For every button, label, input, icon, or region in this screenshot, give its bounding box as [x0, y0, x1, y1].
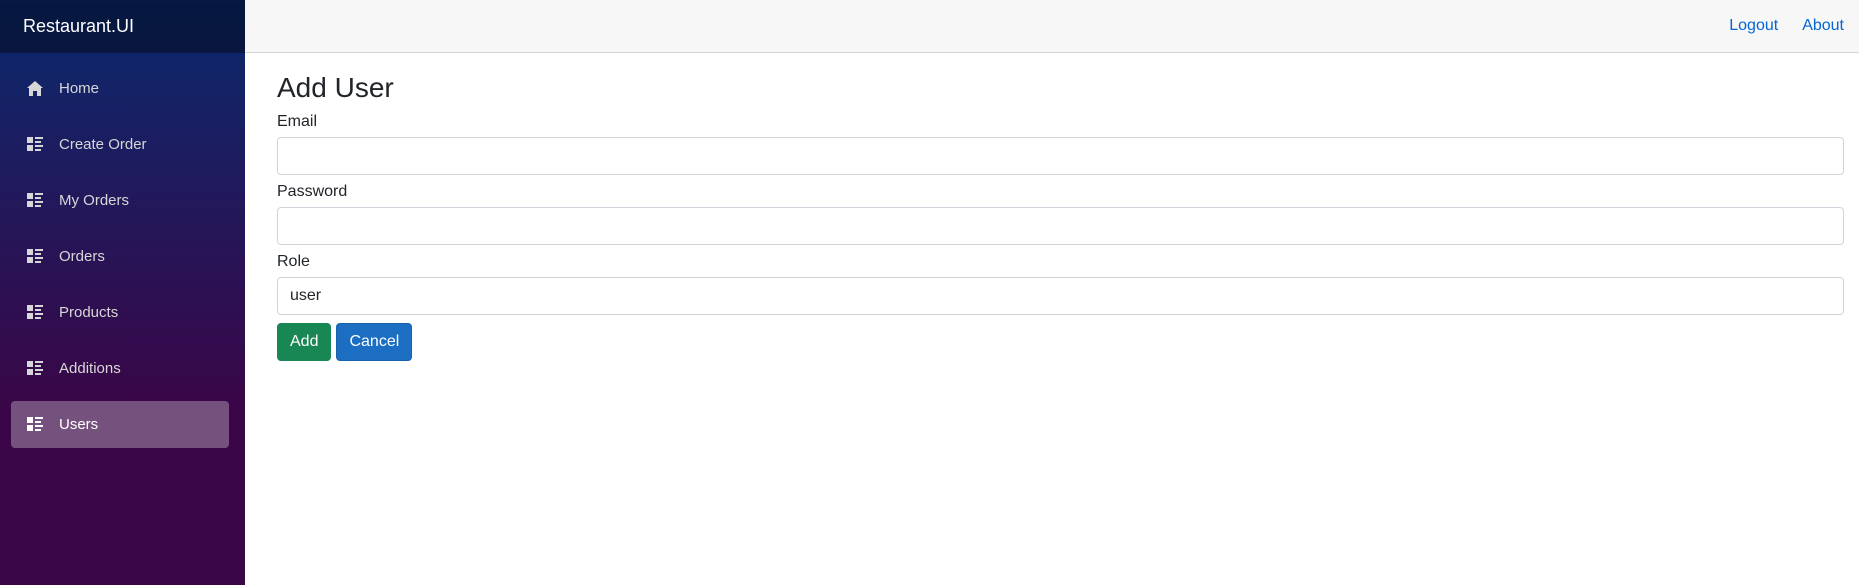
email-field[interactable] — [277, 136, 1844, 175]
list-icon — [26, 136, 44, 154]
nav-item-label: Create Order — [59, 136, 147, 153]
nav-item-label: Additions — [59, 360, 121, 377]
top-bar: Logout About — [245, 0, 1859, 53]
nav-item-users[interactable]: Users — [11, 401, 229, 448]
list-icon — [26, 360, 44, 378]
nav-item-orders[interactable]: Orders — [11, 233, 229, 280]
list-icon — [26, 304, 44, 322]
nav-item-label: Users — [59, 416, 99, 433]
nav-item-products[interactable]: Products — [11, 289, 229, 336]
sidebar: Restaurant.UI Home Create Order My Order… — [0, 0, 245, 585]
main-area: Logout About Add User Email Password Rol… — [245, 0, 1859, 585]
nav-item-label: My Orders — [59, 192, 130, 209]
page-title: Add User — [277, 72, 394, 103]
role-field[interactable] — [277, 276, 1844, 315]
nav-item-label: Products — [59, 304, 119, 321]
nav-item-create-order[interactable]: Create Order — [11, 121, 229, 168]
list-icon — [26, 248, 44, 266]
email-group: Email — [277, 113, 1844, 175]
brand-bar: Restaurant.UI — [0, 0, 245, 53]
app: Restaurant.UI Home Create Order My Order… — [0, 0, 1859, 585]
nav-item-label: Home — [59, 80, 100, 97]
email-label: Email — [277, 112, 318, 130]
cancel-button[interactable]: Cancel — [336, 322, 413, 361]
list-icon — [26, 416, 44, 434]
add-button[interactable]: Add — [277, 322, 332, 361]
form-actions: Add Cancel — [277, 322, 1844, 361]
password-group: Password — [277, 183, 1844, 245]
brand-link[interactable]: Restaurant.UI — [23, 16, 134, 37]
nav-item-label: Orders — [59, 248, 105, 265]
nav-menu: Home Create Order My Orders Orders Produ… — [0, 53, 245, 448]
logout-link[interactable]: Logout — [1729, 17, 1778, 35]
nav-item-additions[interactable]: Additions — [11, 345, 229, 392]
about-link[interactable]: About — [1802, 17, 1844, 35]
role-group: Role — [277, 253, 1844, 315]
home-icon — [26, 80, 44, 98]
content: Add User Email Password Role Add Cancel — [245, 53, 1859, 361]
password-label: Password — [277, 182, 348, 200]
nav-item-home[interactable]: Home — [11, 65, 229, 112]
list-icon — [26, 192, 44, 210]
nav-item-my-orders[interactable]: My Orders — [11, 177, 229, 224]
role-label: Role — [277, 252, 310, 270]
password-field[interactable] — [277, 206, 1844, 245]
